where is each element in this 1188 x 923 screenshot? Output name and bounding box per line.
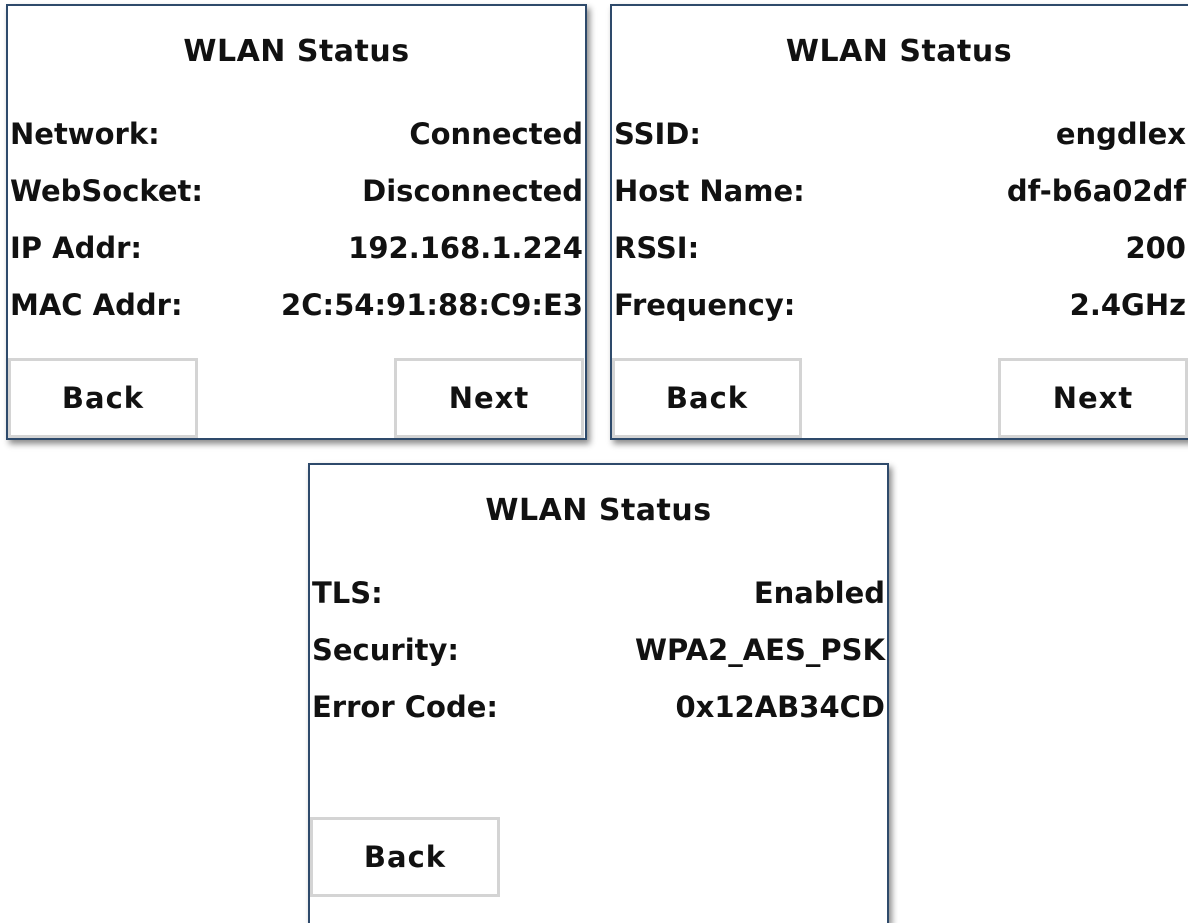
status-row-error-code: Error Code: 0x12AB34CD bbox=[310, 687, 887, 727]
status-row-ip-addr: IP Addr: 192.168.1.224 bbox=[8, 228, 585, 268]
row-value: Disconnected bbox=[362, 174, 583, 208]
status-row-tls: TLS: Enabled bbox=[310, 573, 887, 613]
next-button[interactable]: Next bbox=[998, 358, 1188, 438]
row-label: WebSocket: bbox=[10, 174, 204, 208]
row-value: Connected bbox=[409, 117, 583, 151]
next-button[interactable]: Next bbox=[394, 358, 584, 438]
row-label: Frequency: bbox=[614, 288, 796, 322]
status-row-mac-addr: MAC Addr: 2C:54:91:88:C9:E3 bbox=[8, 285, 585, 325]
row-value: 2.4GHz bbox=[1069, 288, 1186, 322]
row-label: Network: bbox=[10, 117, 160, 151]
row-label: Host Name: bbox=[614, 174, 805, 208]
row-value: 0x12AB34CD bbox=[675, 690, 886, 724]
row-label: MAC Addr: bbox=[10, 288, 183, 322]
wlan-status-screen-radio: WLAN Status SSID: engdlex Host Name: df-… bbox=[610, 4, 1188, 440]
row-value: 192.168.1.224 bbox=[348, 231, 583, 265]
row-value: 2C:54:91:88:C9:E3 bbox=[281, 288, 583, 322]
wlan-status-screen-security: WLAN Status TLS: Enabled Security: WPA2_… bbox=[308, 463, 889, 923]
screen-title: WLAN Status bbox=[785, 34, 1013, 69]
status-row-host-name: Host Name: df-b6a02df bbox=[612, 171, 1188, 211]
screen-title: WLAN Status bbox=[485, 493, 712, 528]
row-label: SSID: bbox=[614, 117, 701, 151]
back-button[interactable]: Back bbox=[310, 817, 500, 897]
row-label: IP Addr: bbox=[10, 231, 143, 265]
status-row-rssi: RSSI: 200 bbox=[612, 228, 1188, 268]
row-label: Security: bbox=[312, 633, 459, 667]
row-label: Error Code: bbox=[312, 690, 498, 724]
row-value: df-b6a02df bbox=[1006, 174, 1186, 208]
back-button[interactable]: Back bbox=[612, 358, 802, 438]
row-value: 200 bbox=[1125, 231, 1186, 265]
row-label: TLS: bbox=[312, 576, 383, 610]
status-row-security: Security: WPA2_AES_PSK bbox=[310, 630, 887, 670]
back-button[interactable]: Back bbox=[8, 358, 198, 438]
status-row-websocket: WebSocket: Disconnected bbox=[8, 171, 585, 211]
row-label: RSSI: bbox=[614, 231, 700, 265]
row-value: engdlex bbox=[1055, 117, 1186, 151]
status-row-network: Network: Connected bbox=[8, 114, 585, 154]
screen-title: WLAN Status bbox=[183, 34, 410, 69]
status-row-ssid: SSID: engdlex bbox=[612, 114, 1188, 154]
row-value: WPA2_AES_PSK bbox=[635, 633, 885, 667]
status-row-frequency: Frequency: 2.4GHz bbox=[612, 285, 1188, 325]
wlan-status-screen-network: WLAN Status Network: Connected WebSocket… bbox=[6, 4, 587, 440]
row-value: Enabled bbox=[753, 576, 885, 610]
